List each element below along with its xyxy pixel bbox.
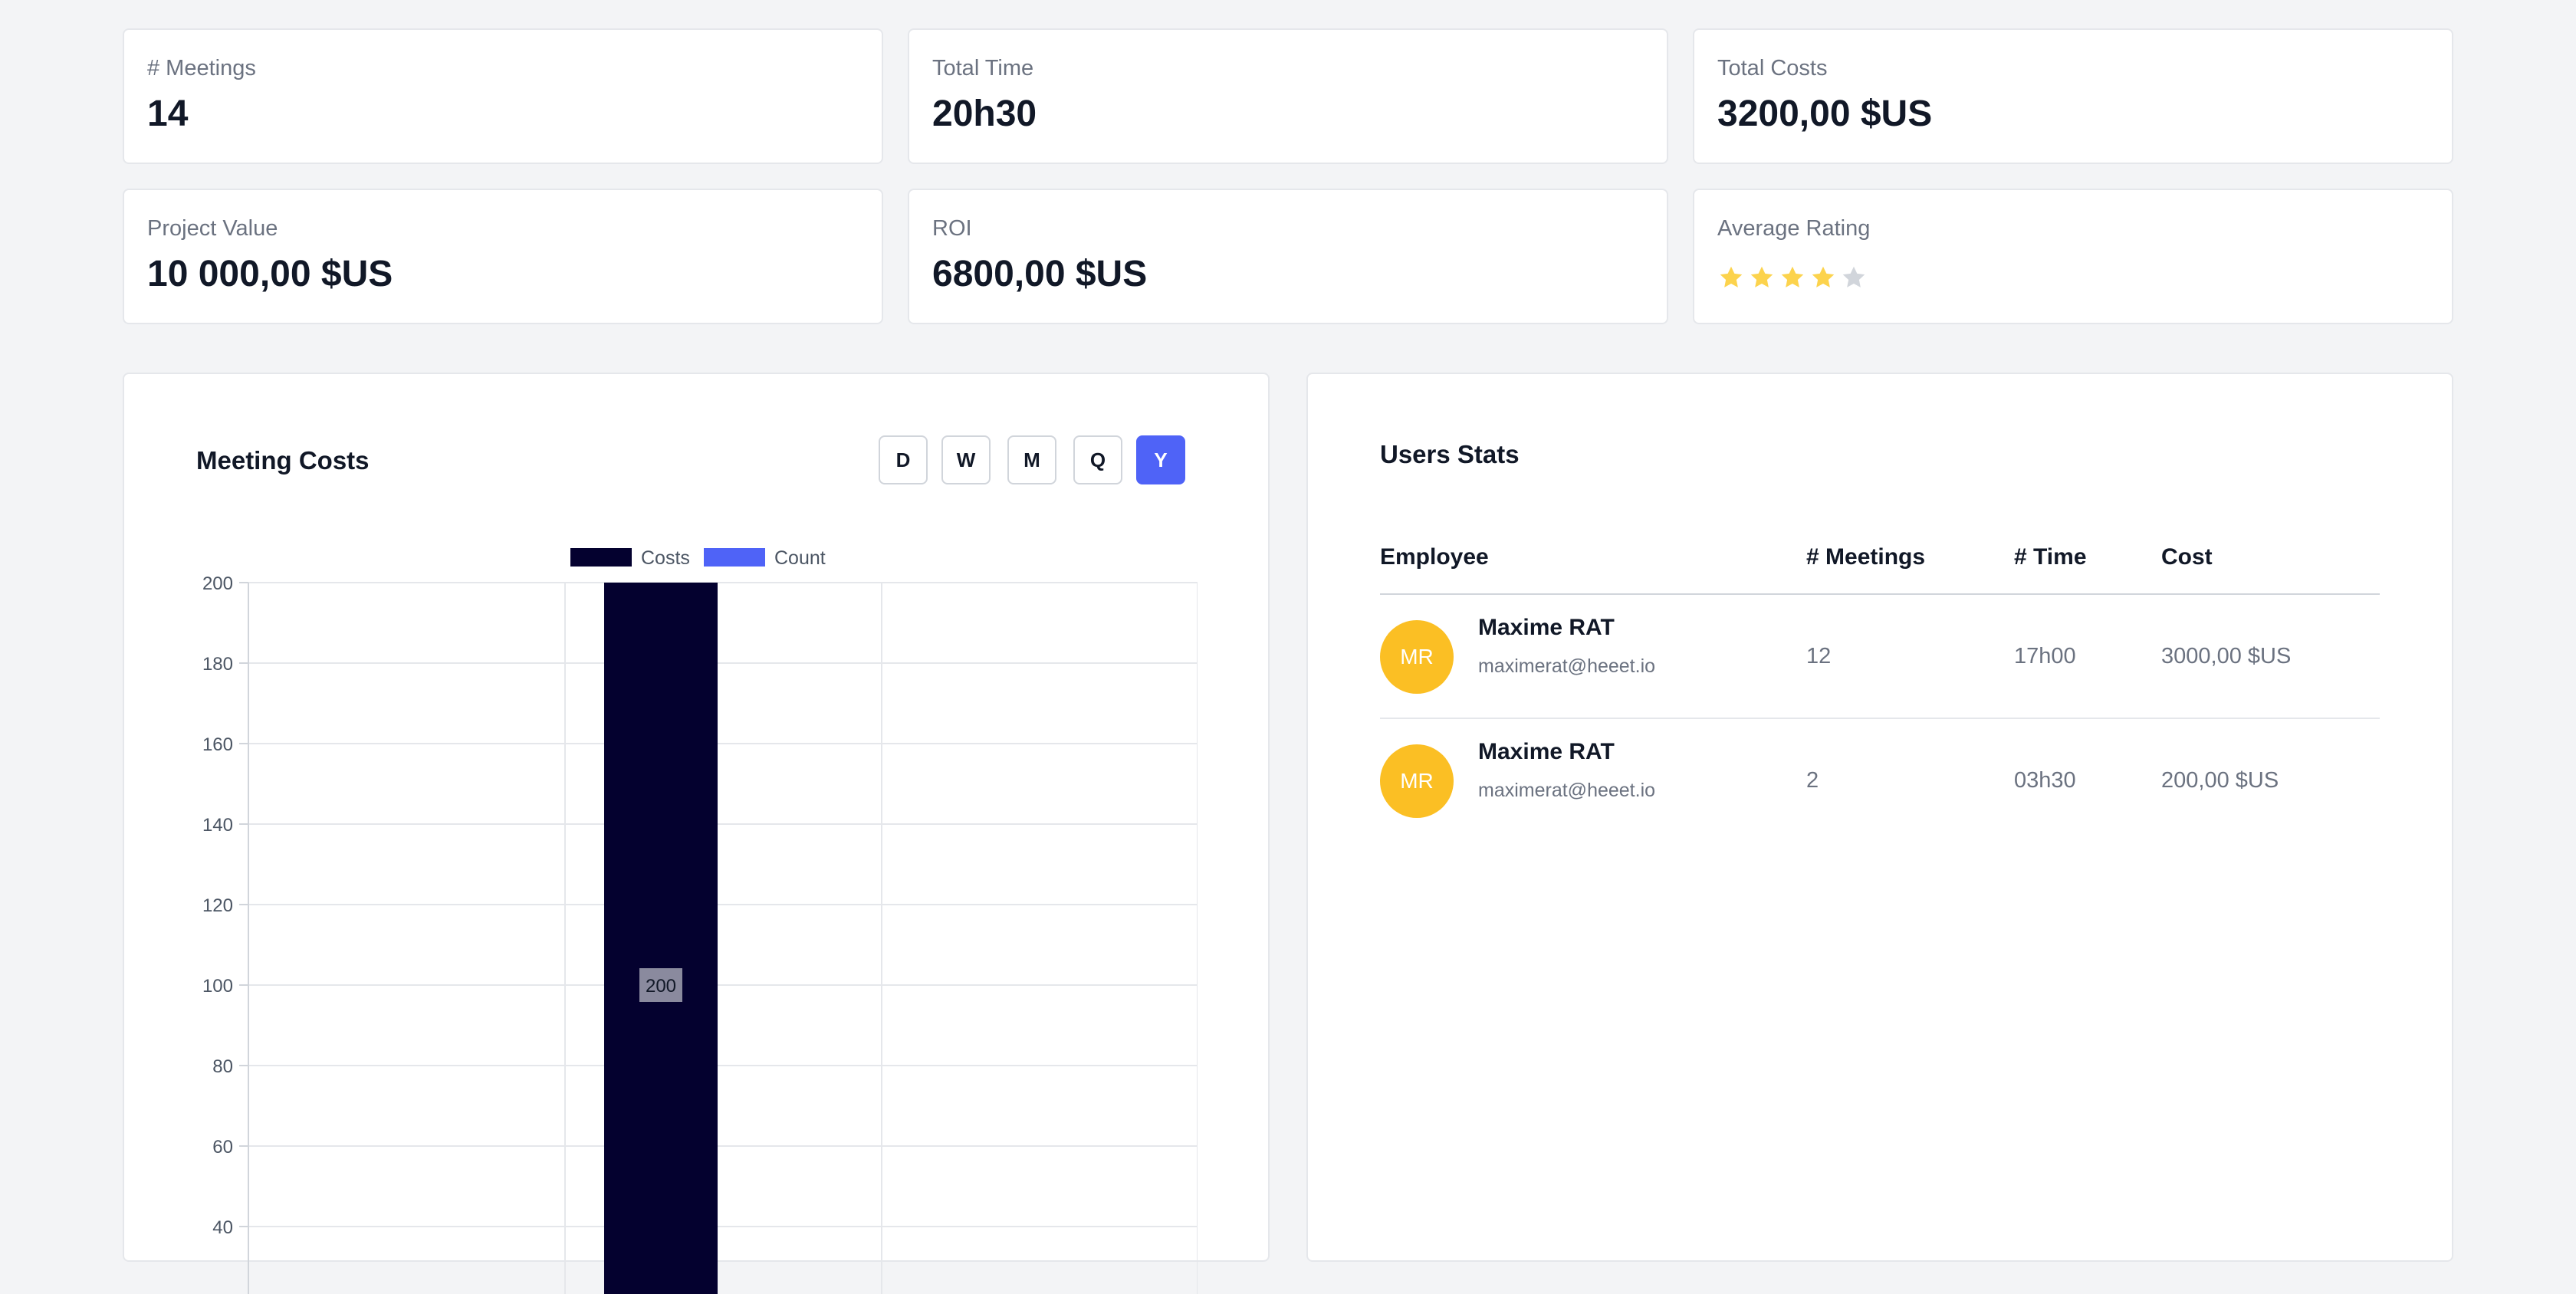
y-tick-label: 160 <box>202 734 233 755</box>
avatar: MR <box>1380 620 1454 694</box>
stat-card-average-rating: Average Rating <box>1693 189 2453 324</box>
range-button-w[interactable]: W <box>941 435 991 484</box>
panel-title: Meeting Costs <box>196 446 370 475</box>
column-header-employee[interactable]: Employee <box>1380 544 1489 570</box>
stat-label: Total Costs <box>1717 56 1828 80</box>
stat-card-project-value: Project Value 10 000,00 $US <box>123 189 883 324</box>
table-row[interactable]: MR Maxime RAT maximerat@heeet.io 2 03h30… <box>1380 719 2380 843</box>
star-filled-icon <box>1720 266 1743 287</box>
legend-label-count: Count <box>774 547 826 569</box>
employee-name: Maxime RAT <box>1478 739 1615 764</box>
stat-card-total-time: Total Time 20h30 <box>908 28 1668 164</box>
column-header-time[interactable]: # Time <box>2014 544 2087 570</box>
time-value: 17h00 <box>2014 644 2076 668</box>
stat-value: 10 000,00 $US <box>147 254 393 294</box>
y-tick-label: 120 <box>202 895 233 916</box>
time-value: 03h30 <box>2014 768 2076 793</box>
data-label: 200 <box>646 976 676 997</box>
star-filled-icon <box>1781 266 1804 287</box>
stat-card-roi: ROI 6800,00 $US <box>908 189 1668 324</box>
stat-label: # Meetings <box>147 56 256 80</box>
star-filled-icon <box>1812 266 1835 287</box>
users-stats-panel: Users Stats Employee # Meetings # Time C… <box>1306 373 2453 1262</box>
legend-swatch-costs <box>570 548 632 567</box>
rating-stars <box>1717 264 1868 291</box>
employee-name: Maxime RAT <box>1478 615 1615 640</box>
table-row[interactable]: MR Maxime RAT maximerat@heeet.io 12 17h0… <box>1380 595 2380 719</box>
y-tick-label: 140 <box>202 815 233 836</box>
employee-email: maximerat@heeet.io <box>1478 780 1656 801</box>
stat-value: 3200,00 $US <box>1717 94 1933 134</box>
stat-label: ROI <box>932 216 972 241</box>
y-tick-label: 40 <box>212 1217 233 1238</box>
stat-label: Average Rating <box>1717 216 1871 241</box>
stat-label: Project Value <box>147 216 278 241</box>
stat-label: Total Time <box>932 56 1034 80</box>
range-button-d[interactable]: D <box>879 435 928 484</box>
cost-value: 200,00 $US <box>2161 768 2279 793</box>
stat-value: 14 <box>147 94 189 134</box>
meetings-count: 12 <box>1806 644 1832 668</box>
bar-costs <box>604 583 718 1294</box>
column-header-meetings[interactable]: # Meetings <box>1806 544 1925 570</box>
stat-card-total-costs: Total Costs 3200,00 $US <box>1693 28 2453 164</box>
stat-value: 20h30 <box>932 94 1037 134</box>
legend-label-costs: Costs <box>641 547 690 569</box>
y-tick-label: 60 <box>212 1137 233 1158</box>
y-tick-label: 180 <box>202 654 233 675</box>
column-header-cost[interactable]: Cost <box>2161 544 2213 570</box>
star-filled-icon <box>1750 266 1773 287</box>
meeting-costs-chart: 200 180 160 140 120 100 80 60 40 200 Costs Count <box>202 547 1198 1294</box>
legend-swatch-count <box>704 548 765 567</box>
range-button-m[interactable]: M <box>1007 435 1056 484</box>
cost-value: 3000,00 $US <box>2161 644 2292 668</box>
y-tick-label: 100 <box>202 976 233 997</box>
meetings-count: 2 <box>1806 768 1819 793</box>
star-empty-icon <box>1842 266 1865 287</box>
range-button-y[interactable]: Y <box>1136 435 1185 484</box>
stat-card-meetings: # Meetings 14 <box>123 28 883 164</box>
employee-email: maximerat@heeet.io <box>1478 655 1656 677</box>
meeting-costs-panel: Meeting Costs DWMQY 200 180 160 140 120 100 80… <box>123 373 1270 1294</box>
avatar: MR <box>1380 744 1454 818</box>
y-tick-label: 80 <box>212 1056 233 1077</box>
stat-value: 6800,00 $US <box>932 254 1148 294</box>
range-button-q[interactable]: Q <box>1073 435 1122 484</box>
y-tick-label: 200 <box>202 573 233 594</box>
panel-title: Users Stats <box>1380 440 1520 468</box>
